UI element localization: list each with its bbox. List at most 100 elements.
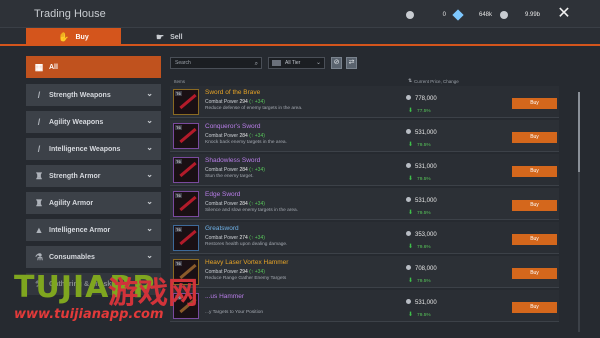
category-label: Intelligence Armor [49,226,111,234]
item-name: Shadowless Sword [205,157,261,164]
category-strength-armor[interactable]: ♜ Strength Armor ⌄ [26,165,161,187]
buy-button[interactable]: Buy [512,132,557,143]
change-value: 79.5% [417,313,431,318]
item-price: 531,000 [406,129,437,136]
item-icon: T6 [173,123,199,149]
power-label: Combat Power [205,201,239,207]
item-price: 708,000 [406,265,437,272]
item-icon: T6 [173,191,199,217]
buy-button[interactable]: Buy [512,234,557,245]
light-armor-icon: ♜ [34,197,44,208]
tier-badge-icon: T6 [175,159,182,164]
category-intelligence-armor[interactable]: ▲ Intelligence Armor ⌄ [26,219,161,241]
scrollbar-thumb[interactable] [578,92,580,172]
item-description: Reduce Range Gather Enemy Targets [205,276,287,281]
price-value: 531,000 [415,130,437,136]
power-label: Combat Power [205,235,239,241]
item-name: Heavy Laser Vortex Hammer [205,259,289,266]
price-change: ⬇ 79.6% [408,243,431,250]
item-description: Knock back enemy targets in the area. [205,140,287,145]
search-input[interactable]: Search ⌕ [170,57,262,69]
column-price-header: Current Price, Change [414,79,459,84]
tab-label: Sell [170,33,183,41]
table-row[interactable]: T6 Shadowless Sword Combat Power 284 (↑ … [170,154,559,186]
table-row[interactable]: T6 Sword of the Brave Combat Power 294 (… [170,86,559,118]
category-strength-weapons[interactable]: / Strength Weapons ⌄ [26,84,161,106]
item-power: Combat Power 284 (↑ +34) [205,167,265,173]
chevron-down-icon: ⌄ [146,143,153,152]
item-price: 778,000 [406,95,437,102]
sword-icon [179,229,197,246]
table-row[interactable]: T6 Edge Sword Combat Power 284 (↑ +34) S… [170,188,559,220]
item-icon: T6 [173,89,199,115]
category-label: Strength Armor [49,172,101,180]
category-intelligence-weapons[interactable]: / Intelligence Weapons ⌄ [26,138,161,160]
buy-button[interactable]: Buy [512,166,557,177]
category-all[interactable]: ▦ All [26,56,161,78]
tier-badge-icon: T6 [175,193,182,198]
reset-icon[interactable]: ⊘ [331,57,342,69]
buy-button[interactable]: Buy [512,268,557,279]
coin-icon [406,95,411,100]
arrow-down-icon: ⬇ [408,176,414,182]
currency-gem: 648k [452,8,492,21]
power-value: 274 [239,235,248,241]
category-label: All [49,63,58,71]
sword-icon [179,127,197,144]
arrow-down-icon: ⬇ [408,108,414,114]
tab-underline [0,44,600,46]
buy-button[interactable]: Buy [512,98,557,109]
category-consumables[interactable]: ⚗ Consumables ⌄ [26,246,161,268]
dagger-icon: / [37,117,41,127]
hand-coins-icon: ✋ [58,31,70,42]
category-label: Strength Weapons [49,91,111,99]
item-name: Sword of the Brave [205,89,261,96]
power-label: Combat Power [205,99,239,105]
power-delta: (↑ +34) [249,201,265,207]
tab-label: Buy [75,33,89,41]
chevron-down-icon: ⌄ [315,60,321,66]
tier-value: All Tier [285,60,301,66]
tier-dropdown[interactable]: All Tier ⌄ [268,57,325,69]
table-row[interactable]: T6 Heavy Laser Vortex Hammer Combat Powe… [170,256,559,288]
item-power: Combat Power 284 (↑ +34) [205,201,265,207]
title-bar: Trading House 0 648k 9.99b ✕ [0,0,600,28]
close-icon[interactable]: ✕ [556,6,572,22]
buy-button[interactable]: Buy [512,302,557,313]
item-power: Combat Power 294 (↑ +34) [205,269,265,275]
currency-amount: 9.99b [524,11,540,18]
hand-icon: ☛ [156,31,165,42]
silver-coin-icon [406,10,414,19]
table-row[interactable]: T6 Greatsword Combat Power 274 (↑ +34) R… [170,222,559,254]
watermark-cn: 游戏网 [108,276,198,311]
power-label: Combat Power [205,167,239,173]
item-price: 531,000 [406,299,437,306]
category-agility-armor[interactable]: ♜ Agility Armor ⌄ [26,192,161,214]
table-row[interactable]: T6 ...us Hammer ...y Targets to Your Pos… [170,290,559,322]
power-delta: (↑ +34) [249,133,265,139]
price-value: 708,000 [415,266,437,272]
change-value: 77.5% [417,109,431,114]
power-value: 284 [239,167,248,173]
power-value: 284 [239,201,248,207]
buy-button[interactable]: Buy [512,200,557,211]
power-label: Combat Power [205,269,239,275]
category-label: Consumables [49,253,95,261]
item-power: Combat Power 274 (↑ +34) [205,235,265,241]
category-label: Agility Armor [49,199,94,207]
price-value: 353,000 [415,232,437,238]
price-change: ⬇ 79.5% [408,277,431,284]
column-items-header: Items [174,79,186,84]
coin-icon [406,129,411,134]
tier-badge-icon: T6 [175,261,182,266]
table-row[interactable]: T6 Conqueror's Sword Combat Power 284 (↑… [170,120,559,152]
power-delta: (↑ +34) [249,99,265,105]
sword-icon [179,195,197,212]
price-change: ⬇ 79.5% [408,209,431,216]
gem-icon [452,8,464,21]
tier-badge-icon: T6 [175,227,182,232]
sort-icon[interactable]: ⇅ [408,78,412,84]
refresh-icon[interactable]: ⇄ [346,57,357,69]
category-agility-weapons[interactable]: / Agility Weapons ⌄ [26,111,161,133]
item-name: Conqueror's Sword [205,123,261,130]
